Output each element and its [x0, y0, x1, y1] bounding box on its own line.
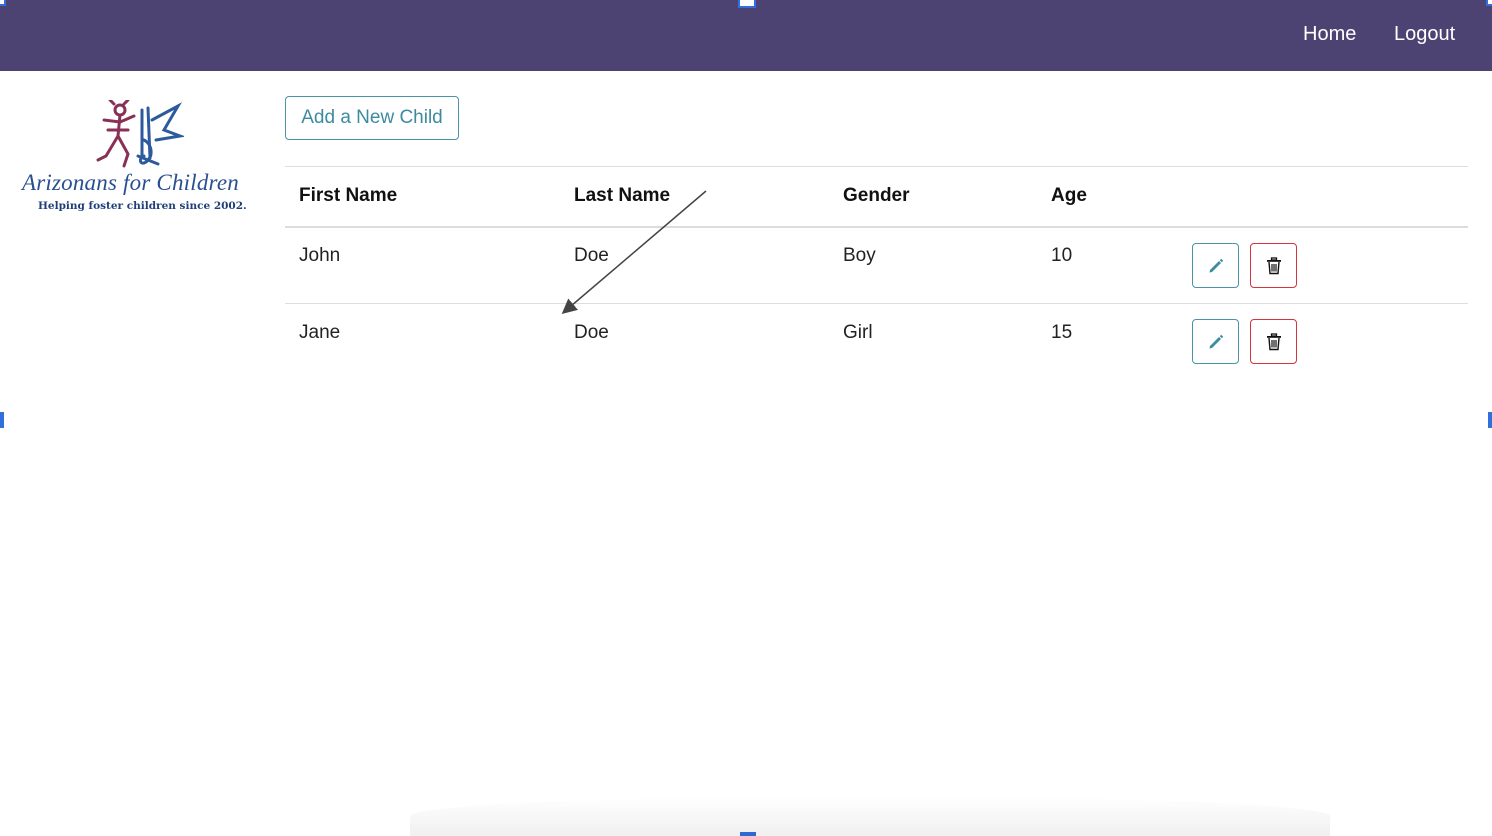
- cell-age: 15: [1051, 322, 1073, 343]
- table-top-border: [285, 166, 1468, 167]
- cell-last-name: Doe: [574, 245, 609, 266]
- selection-handle[interactable]: [1486, 0, 1492, 6]
- cell-last-name: Doe: [574, 322, 609, 343]
- organization-logo: Arizonans for Children Helping foster ch…: [16, 100, 260, 220]
- header-first-name: First Name: [299, 185, 398, 206]
- logo-name: Arizonans for Children: [22, 170, 239, 195]
- nav-home-link[interactable]: Home: [1303, 22, 1356, 46]
- header-divider: [285, 226, 1468, 228]
- cell-first-name: John: [299, 245, 341, 266]
- edit-button[interactable]: [1192, 319, 1239, 364]
- logo-tagline: Helping foster children since 2002.: [38, 200, 247, 212]
- cell-gender: Girl: [843, 322, 873, 343]
- header-last-name: Last Name: [574, 185, 671, 206]
- header-gender: Gender: [843, 185, 910, 206]
- bottom-shadow: [410, 796, 1330, 836]
- selection-handle[interactable]: [0, 0, 6, 6]
- pencil-icon: [1209, 258, 1223, 272]
- selection-handle[interactable]: [738, 0, 756, 8]
- header-age: Age: [1051, 185, 1087, 206]
- cell-first-name: Jane: [299, 322, 341, 343]
- delete-button[interactable]: [1250, 243, 1297, 288]
- add-new-child-button[interactable]: Add a New Child: [285, 96, 459, 140]
- delete-button[interactable]: [1250, 319, 1297, 364]
- cell-age: 10: [1051, 245, 1073, 266]
- page: Home Logout Arizonans for Children Helpi…: [0, 0, 1492, 836]
- top-navbar: Home Logout: [0, 0, 1492, 71]
- pencil-icon: [1209, 334, 1223, 348]
- edit-button[interactable]: [1192, 243, 1239, 288]
- row-divider: [285, 303, 1468, 304]
- selection-handle[interactable]: [1488, 412, 1492, 428]
- nav-logout-link[interactable]: Logout: [1394, 22, 1455, 46]
- cell-gender: Boy: [843, 245, 876, 266]
- trash-icon: [1266, 332, 1281, 350]
- trash-icon: [1266, 256, 1281, 274]
- selection-handle[interactable]: [0, 412, 4, 428]
- logo-figures-icon: [96, 100, 184, 168]
